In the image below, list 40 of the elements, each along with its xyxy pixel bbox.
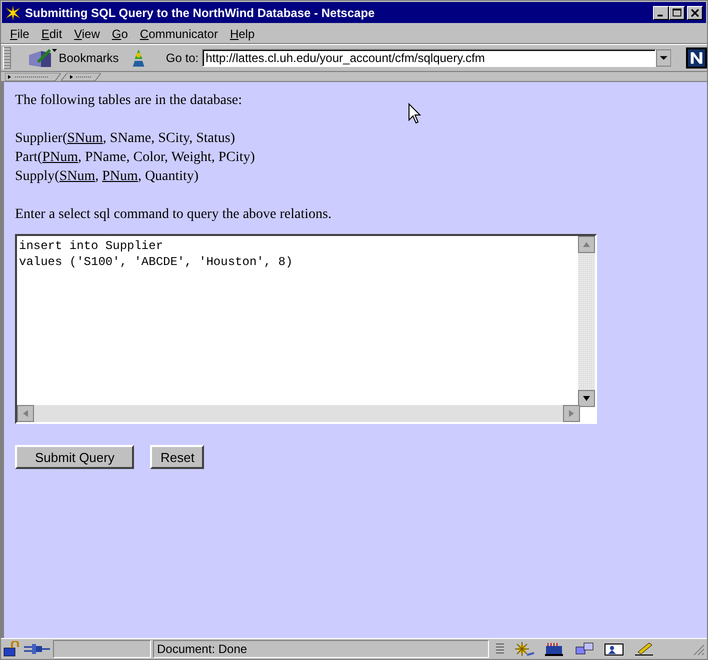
window-title: Submitting SQL Query to the NorthWind Database - Netscape <box>25 6 376 20</box>
mouse-cursor-icon <box>408 103 422 125</box>
form-button[interactable]: Reset <box>150 445 204 469</box>
dropdown-button[interactable] <box>656 49 671 67</box>
vertical-scrollbar[interactable] <box>578 236 595 407</box>
status-text: Document: Done <box>153 640 489 658</box>
connection-plug-icon[interactable] <box>23 641 51 657</box>
collapsed-toolbar-tab[interactable] <box>61 72 101 80</box>
close-button[interactable] <box>687 6 703 20</box>
maximize-button[interactable] <box>669 6 685 20</box>
navigator-star-icon[interactable] <box>513 641 535 657</box>
relation-schema: Supplier(SNum, SName, SCity, Status) <box>15 130 236 148</box>
padlock-icon[interactable] <box>3 641 21 657</box>
relation-schema: Part(PNum, PName, Color, Weight, PCity) <box>15 149 256 167</box>
horizontal-scrollbar[interactable] <box>17 405 580 422</box>
mailbox-icon[interactable] <box>543 641 565 657</box>
menu-item[interactable]: Go <box>106 26 134 40</box>
minimize-button[interactable] <box>653 6 669 20</box>
relation-schema: Supply(SNum, PNum, Quantity) <box>15 168 200 186</box>
toolbar-grip[interactable] <box>3 47 11 69</box>
netscape-n-icon <box>686 47 707 69</box>
menu-item[interactable]: File <box>4 26 36 40</box>
address-card-icon[interactable] <box>603 641 625 657</box>
netscape-logo-icon <box>5 4 21 20</box>
intro-text: The following tables are in the database: <box>15 92 244 110</box>
menu-item[interactable]: Communicator <box>134 26 224 40</box>
menu-item[interactable]: View <box>68 26 106 40</box>
goto-label: Go to: <box>166 51 199 65</box>
collapsed-toolbar-tab[interactable] <box>5 72 61 80</box>
bookmarks-label[interactable]: Bookmarks <box>58 51 119 65</box>
form-button[interactable]: Submit Query <box>15 445 134 469</box>
bookmarks-icon[interactable] <box>26 47 57 69</box>
prompt-text: Enter a select sql command to query the above relations. <box>15 206 332 224</box>
query-field[interactable]: insert into Supplier values ('S100', 'ABCDE', 'Houston', 8) <box>15 234 597 424</box>
menu-item[interactable]: Edit <box>35 26 68 40</box>
menu-item[interactable]: Help <box>224 26 261 40</box>
chat-bubbles-icon[interactable] <box>573 641 595 657</box>
url-field[interactable]: http://lattes.cl.uh.edu/your_account/cfm/sqlquery.cfm <box>202 49 656 67</box>
composer-pen-icon[interactable] <box>633 641 655 657</box>
resize-grip-icon[interactable] <box>691 642 705 656</box>
